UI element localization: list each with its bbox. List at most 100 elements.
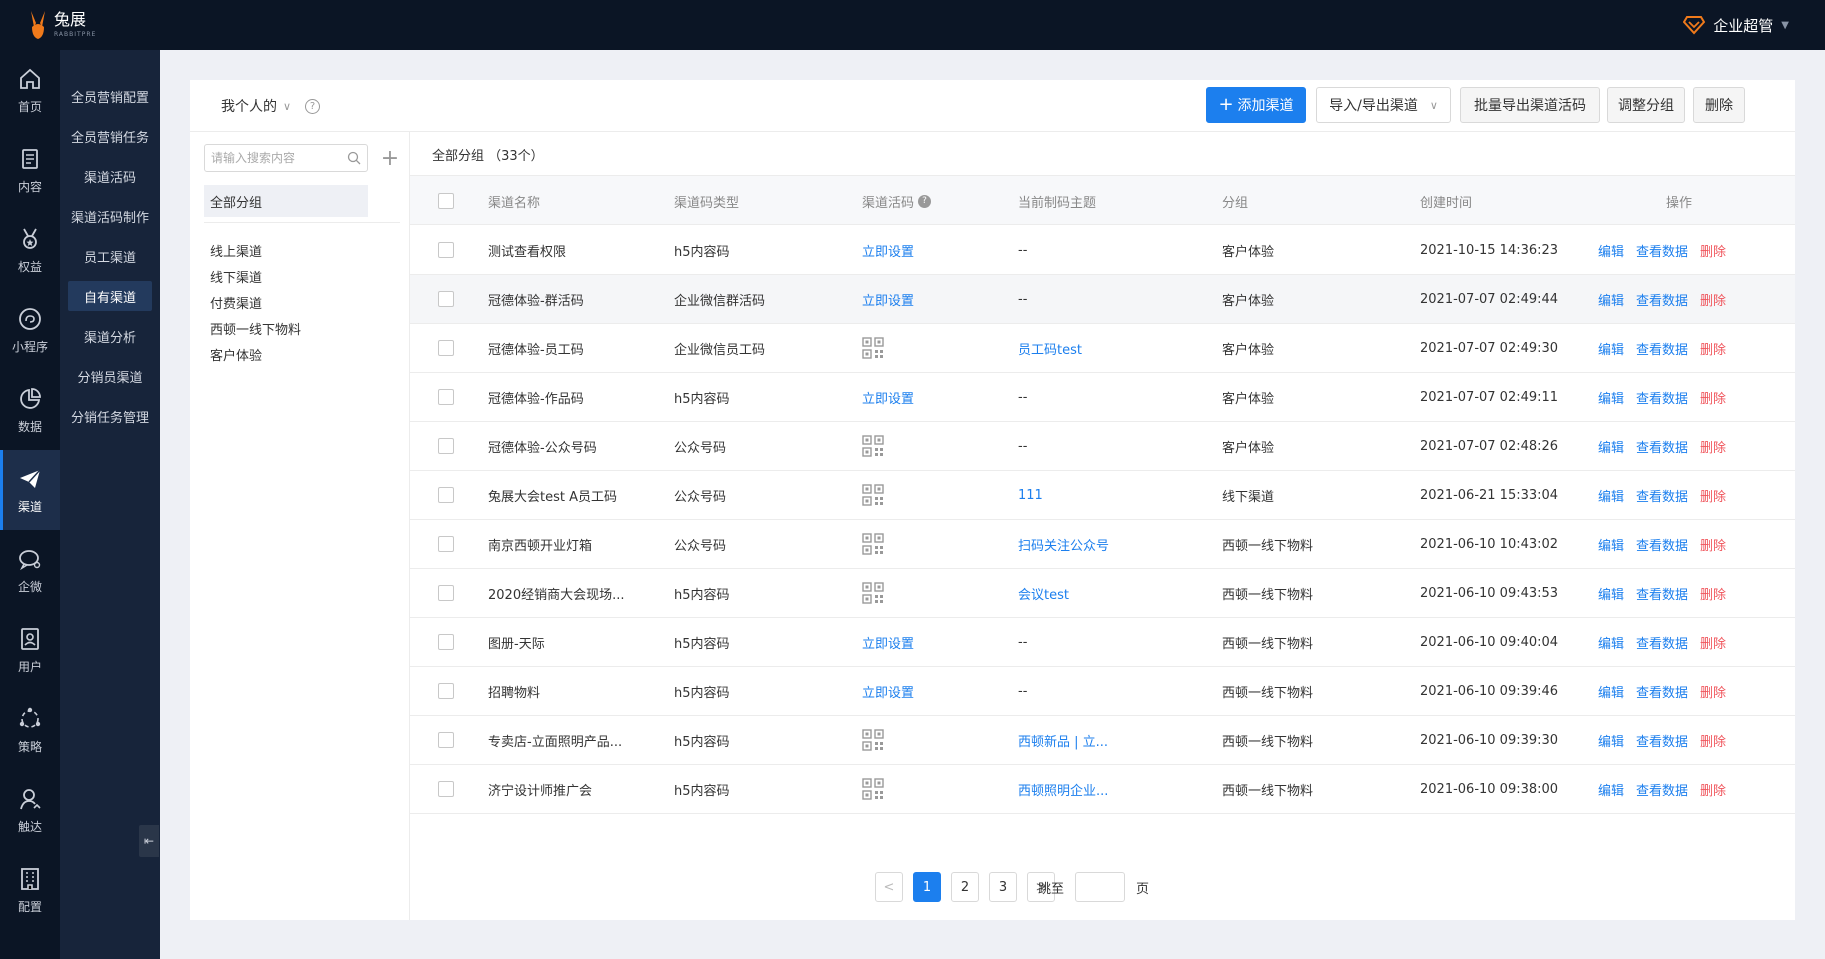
qr-code-icon[interactable] (862, 337, 884, 359)
row-checkbox[interactable] (438, 683, 454, 699)
edit-link[interactable]: 编辑 (1598, 584, 1624, 603)
delete-link[interactable]: 删除 (1700, 241, 1726, 260)
page-button[interactable]: 2 (951, 872, 979, 902)
view-data-link[interactable]: 查看数据 (1636, 486, 1688, 505)
row-checkbox[interactable] (438, 291, 454, 307)
nav-item-home[interactable]: 首页 (0, 50, 60, 130)
delete-link[interactable]: 删除 (1700, 290, 1726, 309)
row-checkbox[interactable] (438, 536, 454, 552)
qr-code-icon[interactable] (862, 533, 884, 555)
edit-link[interactable]: 编辑 (1598, 437, 1624, 456)
group-item[interactable]: 线下渠道 (210, 265, 262, 287)
edit-link[interactable]: 编辑 (1598, 290, 1624, 309)
view-data-link[interactable]: 查看数据 (1636, 633, 1688, 652)
view-data-link[interactable]: 查看数据 (1636, 339, 1688, 358)
delete-link[interactable]: 删除 (1700, 731, 1726, 750)
view-data-link[interactable]: 查看数据 (1636, 290, 1688, 309)
nav-item-miniprogram[interactable]: 小程序 (0, 290, 60, 370)
row-checkbox[interactable] (438, 242, 454, 258)
edit-link[interactable]: 编辑 (1598, 780, 1624, 799)
jump-page-input[interactable] (1075, 872, 1125, 902)
nav-item-benefits[interactable]: 权益 (0, 210, 60, 290)
nav-item-data[interactable]: 数据 (0, 370, 60, 450)
code-theme[interactable]: 西顿照明企业... (1018, 765, 1108, 813)
nav-item-reach[interactable]: 触达 (0, 770, 60, 850)
edit-link[interactable]: 编辑 (1598, 682, 1624, 701)
delete-link[interactable]: 删除 (1700, 486, 1726, 505)
set-live-code-link[interactable]: 立即设置 (862, 241, 914, 260)
code-theme[interactable]: 会议test (1018, 569, 1069, 617)
user-menu[interactable]: 企业超管 ▼ (1683, 0, 1789, 50)
page-button[interactable]: 1 (913, 872, 941, 902)
submenu-item-channel-analysis[interactable]: 渠道分析 (68, 321, 152, 351)
delete-link[interactable]: 删除 (1700, 780, 1726, 799)
edit-link[interactable]: 编辑 (1598, 535, 1624, 554)
import-export-dropdown[interactable]: 导入/导出渠道 ∨ (1316, 87, 1451, 123)
nav-item-users[interactable]: 用户 (0, 610, 60, 690)
edit-link[interactable]: 编辑 (1598, 633, 1624, 652)
submenu-item-distributor-channel[interactable]: 分销员渠道 (68, 361, 152, 391)
help-circle-icon[interactable]: ? (305, 98, 321, 114)
add-group-icon[interactable]: + (378, 144, 402, 172)
adjust-group-button[interactable]: 调整分组 (1607, 87, 1685, 123)
collapse-sidebar-icon[interactable]: ⇤ (139, 825, 159, 857)
submenu-item-own-channel[interactable]: 自有渠道 (68, 281, 152, 311)
set-live-code-link[interactable]: 立即设置 (862, 290, 914, 309)
row-checkbox[interactable] (438, 340, 454, 356)
nav-item-config[interactable]: 配置 (0, 850, 60, 930)
view-data-link[interactable]: 查看数据 (1636, 241, 1688, 260)
qr-code-icon[interactable] (862, 435, 884, 457)
submenu-item-all-marketing-task[interactable]: 全员营销任务 (68, 121, 152, 151)
qr-code-icon[interactable] (862, 582, 884, 604)
delete-link[interactable]: 删除 (1700, 633, 1726, 652)
help-circle-icon[interactable]: ? (918, 194, 932, 208)
set-live-code-link[interactable]: 立即设置 (862, 633, 914, 652)
group-item[interactable]: 线上渠道 (210, 239, 262, 261)
submenu-item-live-code-make[interactable]: 渠道活码制作 (68, 201, 152, 231)
submenu-item-distribution-task[interactable]: 分销任务管理 (68, 401, 152, 431)
edit-link[interactable]: 编辑 (1598, 486, 1624, 505)
code-theme[interactable]: 西顿新品 | 立... (1018, 716, 1108, 764)
row-checkbox[interactable] (438, 585, 454, 601)
nav-item-channel[interactable]: 渠道 (0, 450, 60, 530)
submenu-item-channel-live-code[interactable]: 渠道活码 (68, 161, 152, 191)
view-data-link[interactable]: 查看数据 (1636, 682, 1688, 701)
page-button[interactable]: 3 (989, 872, 1017, 902)
group-item[interactable]: 客户体验 (210, 343, 262, 365)
edit-link[interactable]: 编辑 (1598, 339, 1624, 358)
edit-link[interactable]: 编辑 (1598, 241, 1624, 260)
submenu-item-staff-channel[interactable]: 员工渠道 (68, 241, 152, 271)
code-theme[interactable]: 扫码关注公众号 (1018, 520, 1109, 568)
delete-link[interactable]: 删除 (1700, 584, 1726, 603)
delete-link[interactable]: 删除 (1700, 535, 1726, 554)
group-search-input[interactable] (211, 151, 339, 165)
row-checkbox[interactable] (438, 389, 454, 405)
nav-item-wecom[interactable]: 企微 (0, 530, 60, 610)
brand-logo[interactable]: 兔展 RABBITPRE (26, 8, 96, 42)
group-item[interactable]: 西顿一线下物料 (210, 317, 301, 339)
delete-link[interactable]: 删除 (1700, 339, 1726, 358)
row-checkbox[interactable] (438, 781, 454, 797)
select-all-checkbox[interactable] (438, 193, 454, 209)
batch-export-button[interactable]: 批量导出渠道活码 (1460, 87, 1600, 123)
group-item-all[interactable]: 全部分组 (204, 185, 368, 217)
set-live-code-link[interactable]: 立即设置 (862, 682, 914, 701)
delete-button[interactable]: 删除 (1693, 87, 1745, 123)
set-live-code-link[interactable]: 立即设置 (862, 388, 914, 407)
row-checkbox[interactable] (438, 487, 454, 503)
view-data-link[interactable]: 查看数据 (1636, 731, 1688, 750)
view-data-link[interactable]: 查看数据 (1636, 780, 1688, 799)
qr-code-icon[interactable] (862, 729, 884, 751)
view-data-link[interactable]: 查看数据 (1636, 584, 1688, 603)
submenu-item-all-marketing-config[interactable]: 全员营销配置 (68, 81, 152, 111)
edit-link[interactable]: 编辑 (1598, 731, 1624, 750)
nav-item-strategy[interactable]: 策略 (0, 690, 60, 770)
row-checkbox[interactable] (438, 732, 454, 748)
delete-link[interactable]: 删除 (1700, 682, 1726, 701)
row-checkbox[interactable] (438, 634, 454, 650)
nav-item-content[interactable]: 内容 (0, 130, 60, 210)
view-data-link[interactable]: 查看数据 (1636, 437, 1688, 456)
scope-dropdown[interactable]: 我个人的 ∨ ? (221, 96, 321, 116)
edit-link[interactable]: 编辑 (1598, 388, 1624, 407)
qr-code-icon[interactable] (862, 484, 884, 506)
